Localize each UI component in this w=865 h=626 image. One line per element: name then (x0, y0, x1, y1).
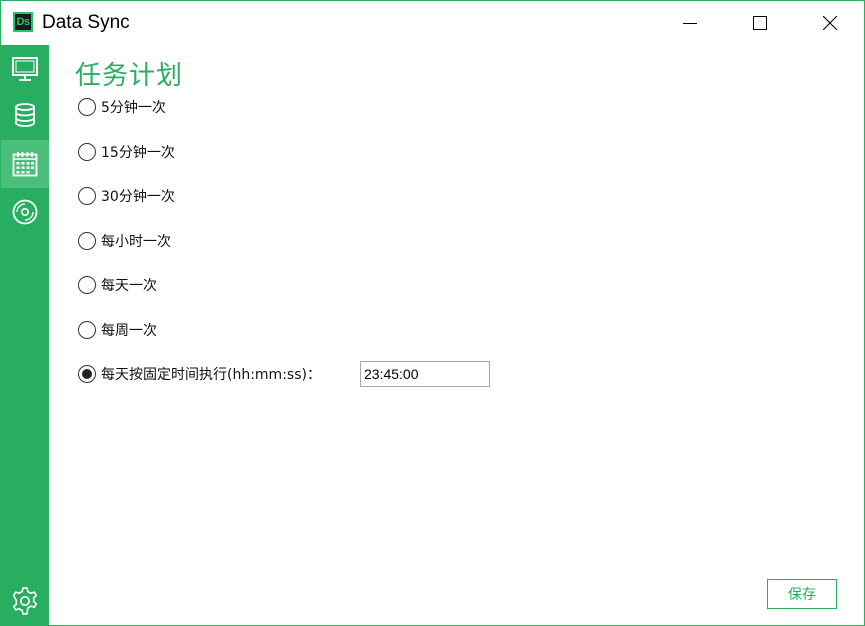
radio-button[interactable] (78, 276, 96, 294)
app-logo: Ds (13, 12, 33, 32)
close-button[interactable] (795, 1, 865, 45)
gear-icon (12, 587, 38, 615)
option-label: 每小时一次 (101, 234, 171, 250)
monitor-icon (12, 57, 38, 81)
app-window: Ds Data Sync 任务计划 5分钟一次 15分钟一次 30分钟一次 每小… (0, 0, 865, 626)
sidebar-item-disc[interactable] (1, 188, 49, 236)
close-icon (823, 16, 837, 30)
option-daily[interactable]: 每天一次 (78, 274, 157, 296)
fixed-time-input[interactable] (360, 361, 490, 387)
radio-button[interactable] (78, 321, 96, 339)
option-fixed-time[interactable]: 每天按固定时间执行(hh:mm:ss)： (78, 363, 321, 385)
option-label: 5分钟一次 (101, 100, 166, 116)
minimize-icon (683, 23, 697, 24)
database-icon (15, 103, 35, 127)
sidebar (1, 45, 49, 625)
calendar-icon (12, 152, 38, 177)
title-bar[interactable]: Ds Data Sync (1, 1, 864, 45)
option-15min[interactable]: 15分钟一次 (78, 141, 175, 163)
sidebar-item-monitor[interactable] (1, 45, 49, 93)
option-label: 每天按固定时间执行(hh:mm:ss)： (101, 367, 321, 383)
option-label: 每天一次 (101, 278, 157, 294)
settings-button[interactable] (1, 577, 49, 625)
radio-button[interactable] (78, 365, 96, 383)
option-label: 15分钟一次 (101, 145, 175, 161)
radio-button[interactable] (78, 98, 96, 116)
radio-button[interactable] (78, 187, 96, 205)
option-hourly[interactable]: 每小时一次 (78, 230, 171, 252)
sidebar-item-schedule[interactable] (1, 140, 49, 188)
sidebar-item-database[interactable] (1, 91, 49, 139)
schedule-panel: 任务计划 5分钟一次 15分钟一次 30分钟一次 每小时一次 每天一次 每周一次… (49, 45, 864, 625)
radio-button[interactable] (78, 232, 96, 250)
page-title: 任务计划 (75, 61, 184, 91)
option-5min[interactable]: 5分钟一次 (78, 96, 166, 118)
window-title: Data Sync (42, 12, 130, 33)
option-30min[interactable]: 30分钟一次 (78, 185, 175, 207)
minimize-button[interactable] (655, 1, 725, 45)
save-button[interactable]: 保存 (767, 579, 837, 609)
maximize-button[interactable] (725, 1, 795, 45)
radio-selected-dot (82, 369, 92, 379)
disc-icon (12, 199, 38, 225)
option-label: 30分钟一次 (101, 189, 175, 205)
option-label: 每周一次 (101, 323, 157, 339)
radio-button[interactable] (78, 143, 96, 161)
maximize-icon (753, 16, 767, 30)
option-weekly[interactable]: 每周一次 (78, 319, 157, 341)
